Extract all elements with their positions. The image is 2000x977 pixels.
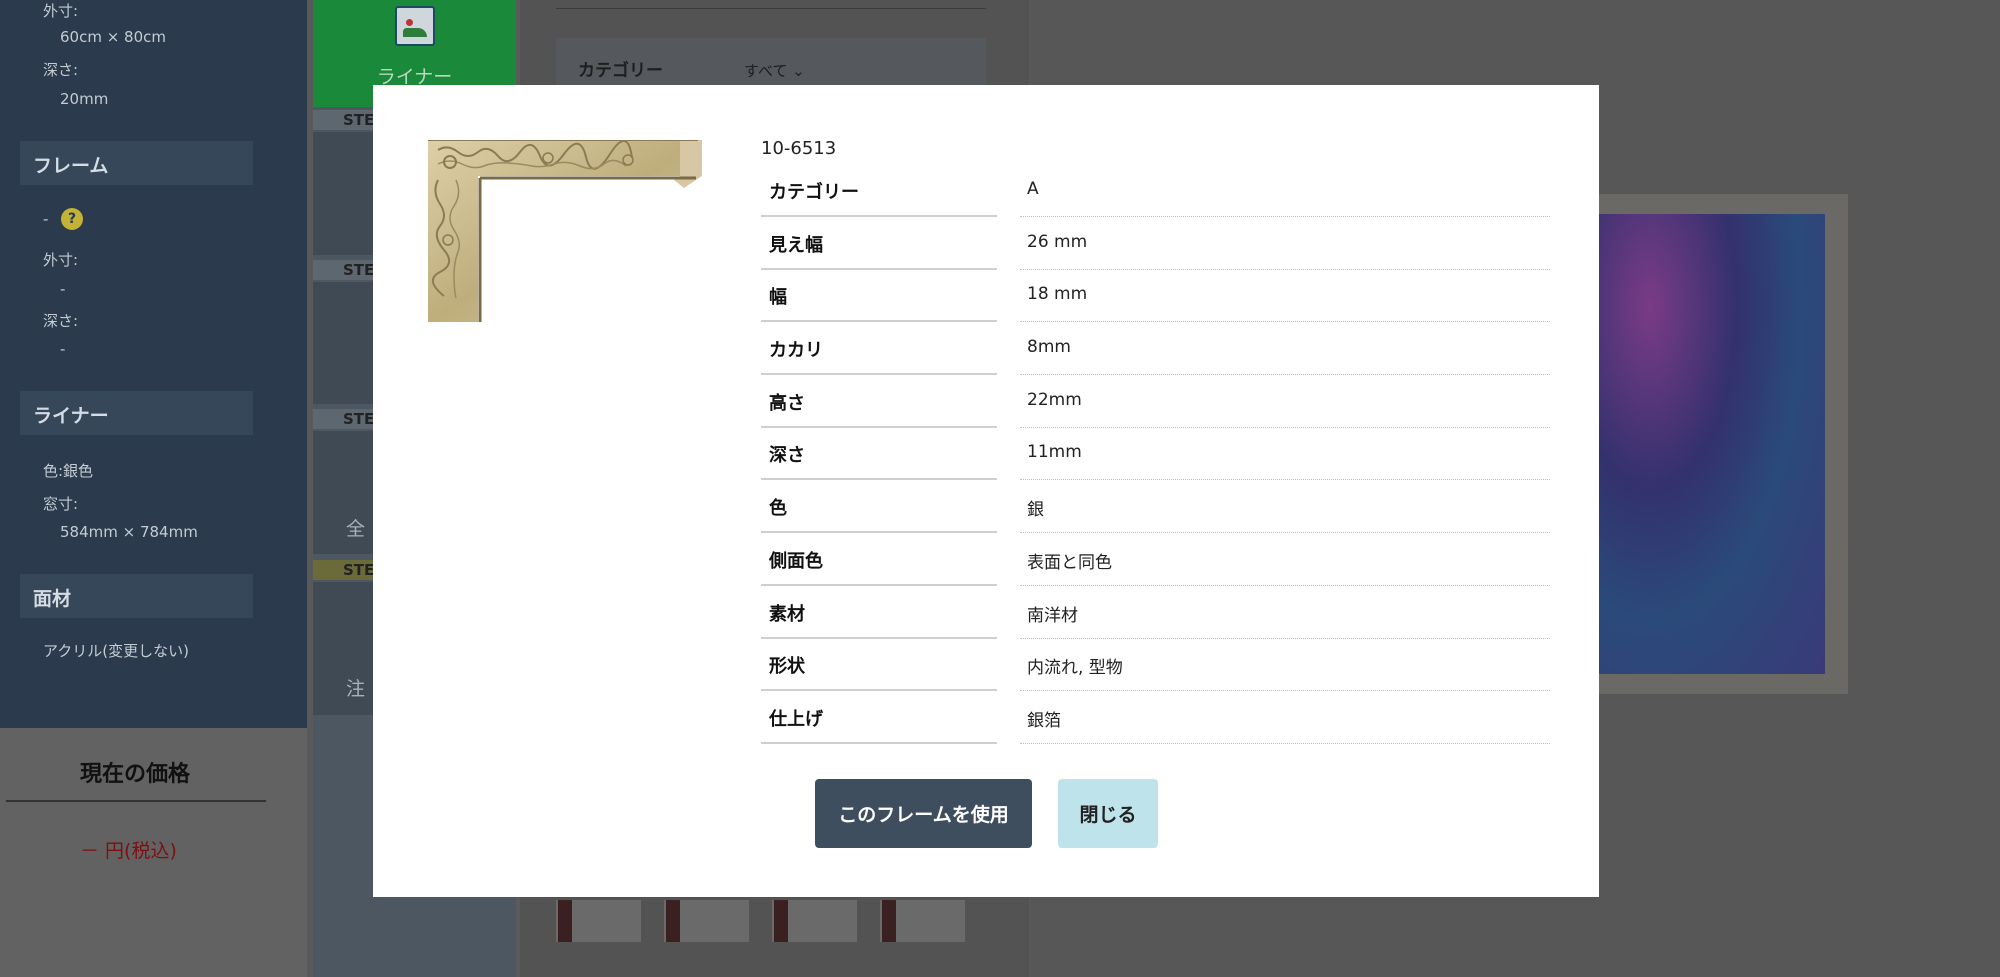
frame-depth-label: 深さ: [43, 312, 79, 330]
spec-row: カカリ 8mm [761, 323, 1551, 376]
outer-size-value: 60cm × 80cm [60, 28, 166, 46]
price-value: － 円(税込) [80, 840, 177, 862]
spec-value: 銀 [1020, 481, 1550, 534]
spec-value: 18 mm [1020, 270, 1550, 323]
liner-color: 色:銀色 [43, 462, 94, 480]
liner-heading: ライナー [20, 391, 253, 435]
category-filter-label: カテゴリー [578, 61, 663, 81]
liner-window-value: 584mm × 784mm [60, 523, 198, 541]
frame-thumbnail[interactable] [664, 900, 749, 942]
price-divider [6, 800, 266, 802]
price-area: 現在の価格 － 円(税込) [0, 728, 307, 977]
spec-row: 素材 南洋材 [761, 587, 1551, 640]
spec-row: 側面色 表面と同色 [761, 534, 1551, 587]
spec-key: 深さ [761, 428, 997, 481]
spec-value: 銀箔 [1020, 692, 1550, 744]
material-value: アクリル(変更しない) [43, 642, 189, 660]
question-icon[interactable]: ? [61, 208, 83, 230]
spec-value: 内流れ, 型物 [1020, 639, 1550, 692]
spec-row: 高さ 22mm [761, 376, 1551, 429]
spec-row: 見え幅 26 mm [761, 218, 1551, 271]
outer-size-label: 外寸: [43, 2, 79, 20]
frame-value: - [43, 210, 49, 228]
frame-corner-image [428, 140, 702, 322]
spec-row: 幅 18 mm [761, 270, 1551, 323]
step-text: 全 [346, 518, 366, 540]
spec-value: 南洋材 [1020, 587, 1550, 639]
step-text: 注 [346, 678, 366, 700]
depth-value: 20mm [60, 90, 109, 108]
spec-row: 深さ 11mm [761, 428, 1551, 481]
frame-depth-value: - [60, 340, 66, 358]
depth-label: 深さ: [43, 61, 79, 79]
spec-row: 仕上げ 銀箔 [761, 692, 1551, 745]
spec-key: カテゴリー [761, 165, 997, 217]
category-select-value: すべて [744, 62, 788, 80]
spec-value: 8mm [1020, 323, 1550, 376]
spec-value: 26 mm [1020, 218, 1550, 270]
spec-key: 仕上げ [761, 692, 997, 744]
spec-value: 11mm [1020, 428, 1550, 481]
frame-thumbnail[interactable] [772, 900, 857, 942]
frame-outer-value: - [60, 280, 66, 298]
settings-summary-panel: 外寸: 60cm × 80cm 深さ: 20mm フレーム - ? 外寸: - … [0, 0, 307, 728]
artwork-image [1575, 214, 1825, 674]
use-frame-button[interactable]: このフレームを使用 [815, 779, 1032, 848]
spec-key: 色 [761, 481, 997, 534]
chevron-down-icon: ⌄ [792, 62, 805, 80]
spec-key: 高さ [761, 376, 997, 428]
spec-row: 色銀 [761, 481, 1551, 534]
frame-outer-label: 外寸: [43, 251, 79, 269]
close-button[interactable]: 閉じる [1058, 779, 1158, 848]
spec-value: A [1020, 165, 1550, 217]
spec-key: 素材 [761, 587, 997, 639]
image-icon [395, 6, 435, 46]
spec-row: カテゴリー A [761, 165, 1551, 218]
frame-thumbnail[interactable] [880, 900, 965, 942]
spec-key: 側面色 [761, 534, 997, 586]
spec-row: 形状 内流れ, 型物 [761, 639, 1551, 692]
spec-key: 見え幅 [761, 218, 997, 270]
frame-detail-modal: 10-6513 カテゴリー A 見え幅 26 mm 幅 18 mm カカリ 8mm 高さ 22mm… [373, 85, 1599, 897]
frame-code: 10-6513 [761, 138, 837, 159]
frame-thumbnail[interactable] [556, 900, 641, 942]
material-heading: 面材 [20, 574, 253, 618]
spec-value: 表面と同色 [1020, 534, 1550, 586]
spec-table: カテゴリー A 見え幅 26 mm 幅 18 mm カカリ 8mm 高さ 22mm 深さ 11mm 色銀… [761, 165, 1551, 745]
category-select[interactable]: すべて ⌄ [744, 60, 805, 81]
spec-key: カカリ [761, 323, 997, 376]
spec-key: 幅 [761, 270, 997, 323]
divider [556, 8, 986, 9]
price-title: 現在の価格 [79, 762, 190, 787]
frame-heading: フレーム [20, 141, 253, 185]
spec-key: 形状 [761, 639, 997, 692]
liner-window-label: 窓寸: [43, 495, 79, 513]
spec-value: 22mm [1020, 376, 1550, 428]
